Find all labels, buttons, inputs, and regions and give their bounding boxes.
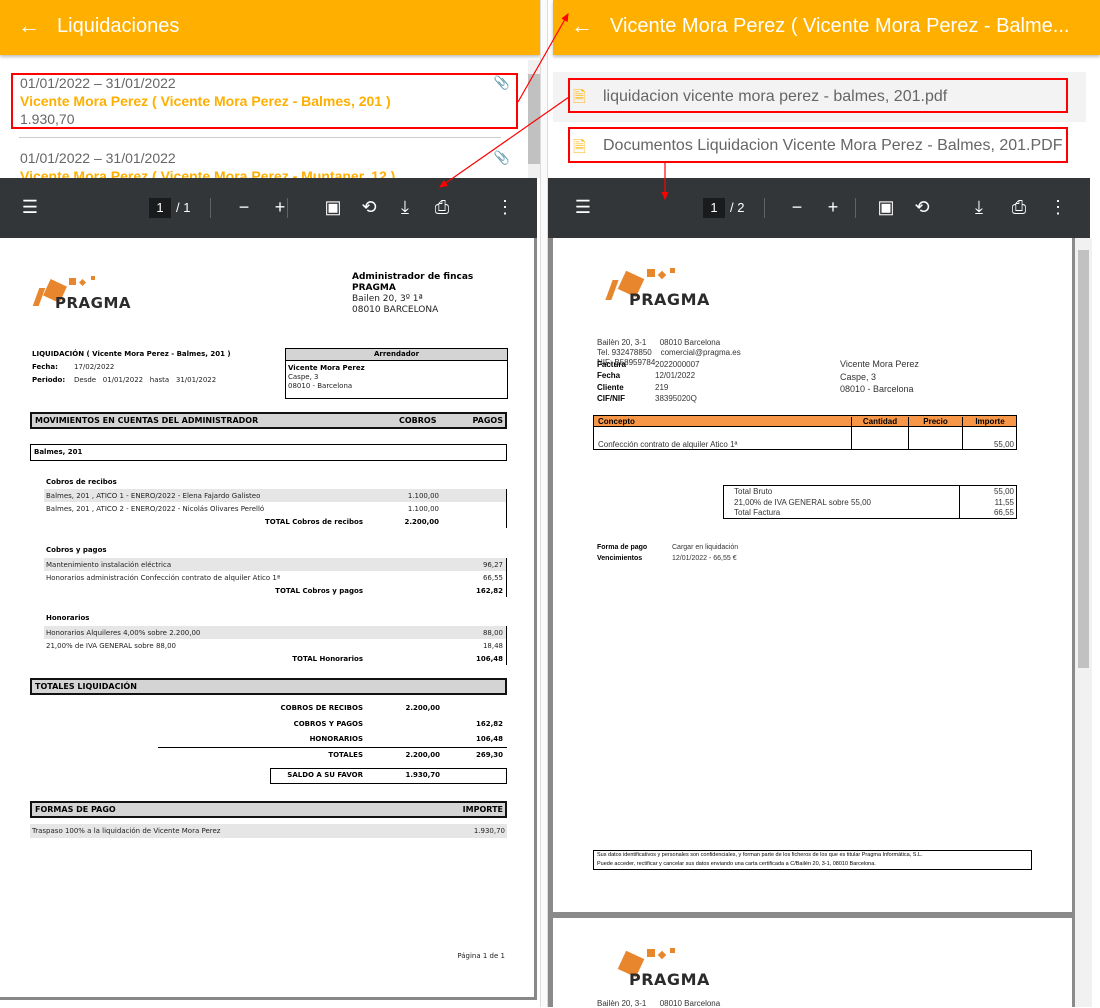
arrow: [517, 12, 569, 103]
annotation-arrows: [439, 12, 669, 201]
arrow: [439, 96, 570, 188]
